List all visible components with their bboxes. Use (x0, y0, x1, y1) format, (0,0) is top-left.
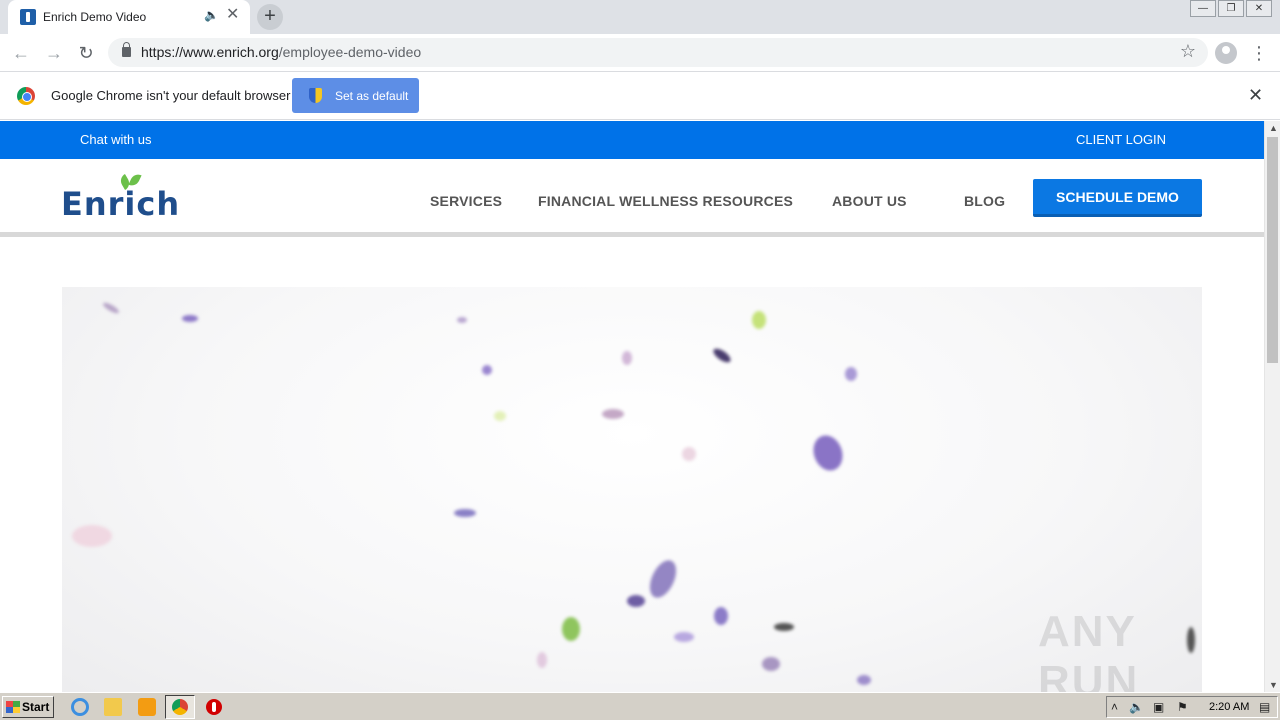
bookmark-star-icon[interactable]: ☆ (1180, 41, 1196, 62)
confetti-fleck (762, 657, 780, 671)
clock[interactable]: 2:20 AM (1209, 701, 1249, 713)
set-as-default-button[interactable]: Set as default (292, 78, 419, 113)
address-bar[interactable]: https://www.enrich.org/employee-demo-vid… (108, 38, 1208, 67)
action-center-flag-icon[interactable]: ⚑ (1177, 700, 1188, 714)
confetti-fleck (537, 652, 547, 668)
confetti-fleck (774, 623, 794, 631)
confetti-fleck (72, 525, 112, 547)
confetti-fleck (808, 431, 848, 475)
internet-explorer-icon[interactable] (71, 698, 89, 716)
lock-icon[interactable] (122, 42, 131, 57)
windows-taskbar: Start ˄ 🔈 ▣ ⚑ 2:20 AM ▤ (0, 692, 1280, 720)
windows-flag-icon (6, 701, 20, 713)
nav-financial-wellness-resources[interactable]: FINANCIAL WELLNESS RESOURCES (538, 193, 793, 209)
shield-icon (309, 88, 322, 103)
explorer-folder-icon[interactable] (104, 698, 122, 716)
confetti-fleck (182, 315, 198, 322)
confetti-fleck (714, 607, 728, 625)
start-label: Start (22, 700, 50, 714)
chrome-icon (172, 699, 188, 715)
tray-expand-icon[interactable]: ˄ (1111, 700, 1118, 714)
page-scrollbar[interactable]: ▲ ▼ (1264, 121, 1280, 692)
confetti-fleck (482, 365, 492, 375)
kebab-menu-icon[interactable]: ⋮ (1250, 41, 1268, 65)
infobar-close-icon[interactable]: ✕ (1248, 85, 1263, 106)
demo-video-player[interactable]: ANY RUN (62, 287, 1202, 692)
enrich-logo[interactable]: Enrich (61, 171, 181, 223)
new-tab-button[interactable]: + (257, 4, 283, 30)
site-topbar: Chat with us CLIENT LOGIN (0, 121, 1264, 159)
page-viewport: Chat with us CLIENT LOGIN Enrich SERVICE… (0, 121, 1264, 692)
chrome-logo-icon (17, 87, 35, 105)
client-login-link[interactable]: CLIENT LOGIN (1076, 132, 1166, 147)
volume-icon[interactable]: 🔈 (1129, 700, 1144, 714)
scroll-up-arrow-icon[interactable]: ▲ (1269, 123, 1278, 133)
browser-tab[interactable]: Enrich Demo Video 🔈 ✕ (8, 0, 250, 34)
confetti-fleck (101, 300, 121, 316)
confetti-fleck (627, 595, 645, 607)
schedule-demo-button[interactable]: SCHEDULE DEMO (1033, 179, 1202, 217)
tab-title: Enrich Demo Video (43, 10, 147, 24)
favicon-icon (20, 9, 36, 25)
confetti-fleck (752, 311, 766, 329)
chat-link[interactable]: Chat with us (80, 132, 152, 147)
profile-avatar-icon[interactable] (1215, 42, 1237, 64)
system-tray: ˄ 🔈 ▣ ⚑ 2:20 AM ▤ (1106, 696, 1278, 718)
url-text[interactable]: https://www.enrich.org/employee-demo-vid… (141, 44, 421, 60)
screen: Enrich Demo Video 🔈 ✕ + — ❐ ✕ ← → ↻ http… (0, 0, 1280, 720)
media-player-icon[interactable] (138, 698, 156, 716)
confetti-fleck (562, 617, 580, 641)
confetti-fleck (454, 509, 476, 517)
scroll-thumb[interactable] (1267, 137, 1278, 363)
minimize-button[interactable]: — (1190, 0, 1216, 17)
confetti-fleck (457, 317, 467, 323)
close-window-button[interactable]: ✕ (1246, 0, 1272, 17)
nav-about-us[interactable]: ABOUT US (832, 193, 907, 209)
confetti-fleck (711, 346, 733, 365)
scroll-down-arrow-icon[interactable]: ▼ (1269, 680, 1278, 690)
nav-blog[interactable]: BLOG (964, 193, 1005, 209)
default-browser-infobar: Google Chrome isn't your default browser… (0, 72, 1280, 120)
nav-services[interactable]: SERVICES (430, 193, 502, 209)
confetti-fleck (602, 409, 624, 419)
confetti-fleck (494, 411, 506, 421)
confetti-fleck (674, 632, 694, 642)
set-as-default-label: Set as default (335, 89, 409, 103)
site-header: Enrich SERVICES FINANCIAL WELLNESS RESOU… (0, 159, 1264, 237)
anyrun-watermark: ANY RUN (1038, 607, 1140, 692)
browser-toolbar: ← → ↻ https://www.enrich.org/employee-de… (0, 34, 1280, 72)
back-arrow-icon[interactable]: ← (9, 41, 33, 65)
logo-text: Enrich (61, 185, 181, 223)
chrome-taskbar-button[interactable] (165, 695, 195, 719)
tab-close-icon[interactable]: ✕ (226, 6, 239, 24)
window-controls: — ❐ ✕ (1188, 0, 1272, 18)
reload-icon[interactable]: ↻ (74, 41, 98, 65)
restore-button[interactable]: ❐ (1218, 0, 1244, 17)
confetti-fleck (622, 351, 632, 365)
infobar-message: Google Chrome isn't your default browser (51, 88, 291, 103)
start-button[interactable]: Start (2, 696, 54, 718)
tab-strip: Enrich Demo Video 🔈 ✕ + — ❐ ✕ (0, 0, 1280, 34)
forward-arrow-icon[interactable]: → (42, 41, 66, 65)
network-icon[interactable]: ▣ (1153, 700, 1164, 714)
speaker-icon[interactable]: 🔈 (204, 8, 219, 22)
confetti-fleck (845, 367, 857, 381)
confetti-fleck (644, 556, 682, 602)
confetti-fleck (857, 675, 871, 685)
confetti-fleck (682, 447, 696, 461)
show-desktop-icon[interactable]: ▤ (1259, 700, 1270, 714)
stop-icon[interactable] (206, 699, 222, 715)
